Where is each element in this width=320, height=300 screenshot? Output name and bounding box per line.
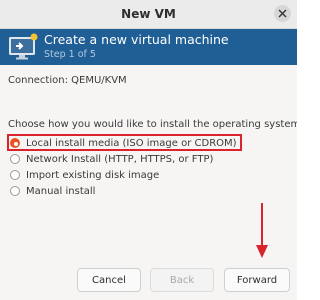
option-import-disk[interactable]: Import existing disk image bbox=[10, 167, 159, 183]
option-local-install[interactable]: Local install media (ISO image or CDROM) bbox=[10, 135, 237, 151]
radio-button[interactable] bbox=[10, 154, 20, 164]
option-label: Manual install bbox=[26, 185, 96, 197]
monitor-icon bbox=[9, 33, 38, 60]
option-label: Network Install (HTTP, HTTPS, or FTP) bbox=[26, 153, 214, 165]
option-label: Import existing disk image bbox=[26, 169, 160, 181]
arrow-down-icon bbox=[256, 203, 268, 258]
radio-button[interactable] bbox=[10, 170, 20, 180]
close-icon bbox=[278, 9, 287, 18]
wizard-step: Step 1 of 5 bbox=[44, 49, 96, 60]
new-vm-dialog: New VM Create a new virtual machine Step… bbox=[0, 0, 297, 300]
option-manual-install[interactable]: Manual install bbox=[10, 183, 95, 199]
connection-row: Connection: QEMU/KVM bbox=[8, 75, 127, 86]
forward-button[interactable]: Forward bbox=[224, 268, 290, 292]
window-title: New VM bbox=[121, 7, 176, 21]
radio-button[interactable] bbox=[10, 138, 20, 148]
wizard-title: Create a new virtual machine bbox=[44, 32, 229, 47]
radio-button[interactable] bbox=[10, 186, 20, 196]
cancel-button[interactable]: Cancel bbox=[77, 268, 141, 292]
install-prompt: Choose how you would like to install the… bbox=[8, 119, 297, 130]
titlebar: New VM bbox=[0, 0, 297, 29]
back-button[interactable]: Back bbox=[150, 268, 214, 292]
close-button[interactable] bbox=[274, 5, 291, 22]
connection-label: Connection: bbox=[8, 75, 68, 86]
option-network-install[interactable]: Network Install (HTTP, HTTPS, or FTP) bbox=[10, 151, 213, 167]
wizard-header: Create a new virtual machine Step 1 of 5 bbox=[0, 29, 297, 65]
connection-value: QEMU/KVM bbox=[71, 75, 127, 86]
option-label: Local install media (ISO image or CDROM) bbox=[26, 137, 237, 149]
